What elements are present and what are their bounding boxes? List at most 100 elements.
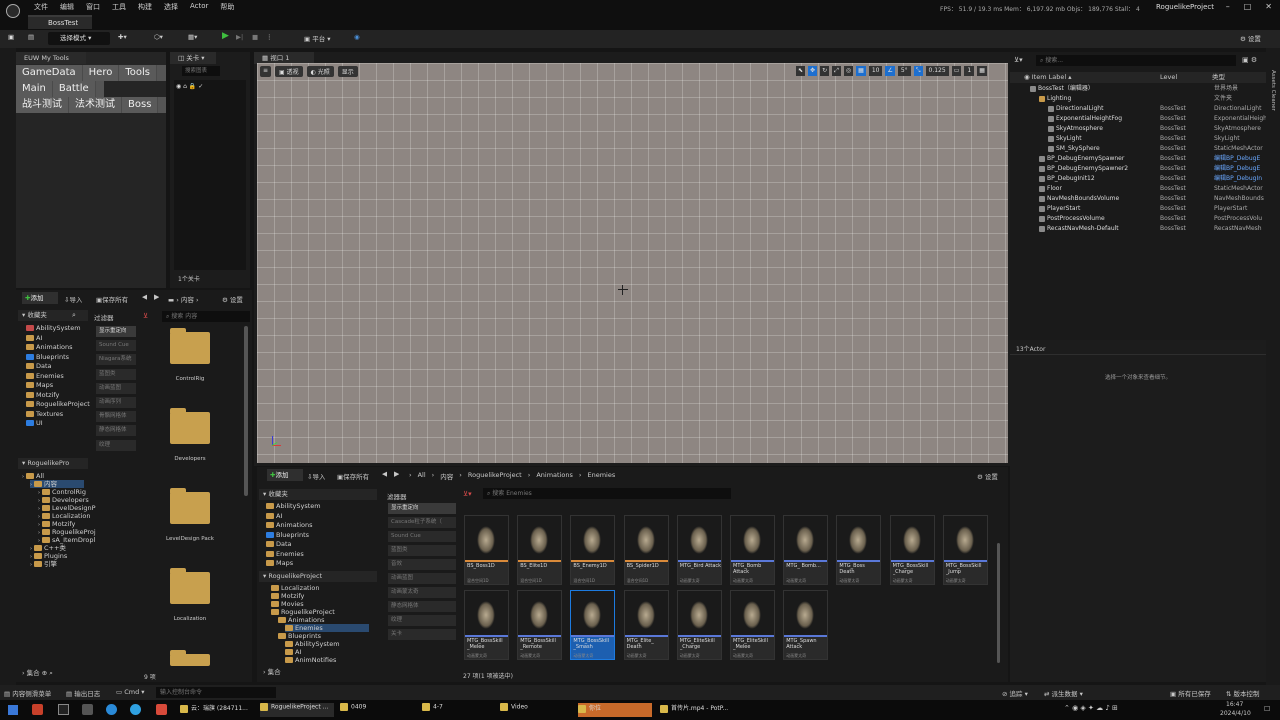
import-button[interactable]: ⇩导入 (64, 294, 82, 304)
tree-node[interactable]: › sA_ItemDropl (38, 536, 95, 544)
outliner-row[interactable]: PostProcessVolume BossTest PostProcessVolu (1010, 214, 1266, 224)
outliner-row[interactable]: SkyAtmosphere BossTest SkyAtmosphere (1010, 124, 1266, 134)
bottom-scrollbar[interactable] (997, 543, 1000, 663)
favorite-item[interactable]: Textures (26, 410, 63, 418)
euw-button[interactable]: Tools (119, 65, 157, 81)
levels-search-input[interactable]: 搜索图表 (182, 66, 220, 76)
start-icon[interactable] (8, 705, 18, 715)
menu-item[interactable]: 选择 (164, 2, 178, 12)
tree-node[interactable]: Animations (278, 616, 325, 624)
asset-tile[interactable]: MTG_BossSkill _Jump 动画蒙太奇 (942, 515, 988, 585)
bottom-project-header[interactable]: ▾ RoguelikeProject (259, 571, 377, 582)
all-saved-indicator[interactable]: ▣ 所有已保存 (1170, 688, 1211, 698)
euw-button[interactable]: Main (16, 81, 53, 97)
app-icon-5[interactable] (130, 704, 141, 715)
filter-chip[interactable]: 静态网格体 (388, 601, 456, 612)
outliner-search-input[interactable]: ⌕ 搜索... (1036, 55, 1236, 66)
asset-tile[interactable]: BS_Elite1D 混合空间1D (517, 515, 563, 585)
favorite-item[interactable]: AbilitySystem (26, 324, 81, 332)
taskbar-window[interactable]: 首传片.mp4 - PotP... (660, 703, 734, 717)
breadcrumb-item[interactable]: Animations (536, 471, 573, 481)
favorite-item[interactable]: AI (26, 334, 42, 342)
filter-chip[interactable]: 蓝图类 (96, 368, 136, 380)
add-button[interactable]: ✚添加 (22, 292, 58, 304)
grid-snap-icon[interactable]: ▦ (856, 66, 866, 76)
taskbar-window[interactable]: RoguelikeProject ... (260, 703, 334, 717)
favorites-search-icon[interactable]: ⌕ (72, 311, 76, 320)
asset-tile[interactable]: BS_Boss1D 混合空间1D (464, 515, 509, 585)
perspective-button[interactable]: ▣ 透视 (275, 66, 303, 77)
lit-button[interactable]: ◐ 光照 (306, 66, 334, 77)
favorite-item[interactable]: Enemies (266, 550, 304, 558)
menu-item[interactable]: Actor (190, 2, 208, 12)
tree-node[interactable]: › ControlRig (38, 488, 86, 496)
asset-tile[interactable]: MTG_BossSkill _Charge 动画蒙太奇 (889, 515, 935, 585)
rotate-icon[interactable]: ↻ (820, 66, 830, 76)
tree-node[interactable]: › All (22, 472, 44, 480)
asset-tile[interactable]: MTG_EliteSkill _Charge 动画蒙太奇 (676, 590, 722, 660)
tree-node[interactable]: › 内容 (30, 480, 84, 488)
asset-tile[interactable]: BS_Enemy1D 混合空间1D (570, 515, 616, 585)
stop-icon[interactable]: ■ (252, 33, 258, 41)
tree-node[interactable]: Motzify (271, 592, 304, 600)
asset-tile[interactable]: MTG_EliteSkill _Melee 动画蒙太奇 (730, 590, 775, 660)
breadcrumb-item[interactable]: 内容 (440, 471, 453, 481)
levels-tab[interactable]: ◫ 关卡 ▾ (170, 52, 216, 64)
favorite-item[interactable]: Animations (266, 521, 313, 529)
filter-chip[interactable]: 动画蒙太奇 (388, 587, 456, 598)
bottom-nav-back-icon[interactable]: ◀ (382, 470, 387, 478)
bottom-favorites-header[interactable]: ▾ 收藏夹 (259, 489, 377, 500)
favorite-item[interactable]: UI (26, 419, 43, 427)
left-filter-icon[interactable]: ⊻ (143, 312, 148, 320)
asset-tile[interactable]: MTG_BossSkill _Melee 动画蒙太奇 (464, 590, 509, 660)
content-drawer-button[interactable]: ▤ 内容侧滑菜单 (4, 688, 51, 698)
favorite-item[interactable]: Motzify (26, 391, 59, 399)
breadcrumb-item[interactable]: All (418, 471, 426, 481)
menu-item[interactable]: 帮助 (220, 2, 234, 12)
maximize-icon[interactable]: □ (1244, 2, 1252, 11)
outliner-row[interactable]: BossTest（编辑器） 世界场景 (1010, 84, 1266, 94)
mode-select[interactable]: 选择模式 ▾ (48, 32, 110, 45)
favorite-item[interactable]: Data (266, 540, 292, 548)
tree-node[interactable]: RoguelikeProject (271, 608, 335, 616)
tree-node[interactable]: › Localization (38, 512, 91, 520)
bottom-nav-forward-icon[interactable]: ▶ (394, 470, 399, 478)
folder-thumbnail-icon[interactable] (170, 650, 210, 666)
filter-chip[interactable]: 动画蓝图 (388, 573, 456, 584)
folder-thumbnail-icon[interactable] (170, 408, 210, 444)
trace-button[interactable]: ⊘ 追踪 ▾ (1002, 688, 1028, 698)
left-scrollbar[interactable] (244, 326, 248, 496)
euw-button[interactable]: 战斗测试 (16, 97, 69, 113)
content-icon[interactable]: ▤ (28, 33, 34, 41)
filter-chip[interactable]: 音效 (388, 559, 456, 570)
bottom-collections-header[interactable]: › 集合 (259, 667, 377, 678)
viewport-menu-icon[interactable]: ≡ (260, 66, 272, 77)
bottom-search-input[interactable]: ⌕ 搜索 Enemies (483, 488, 731, 499)
bottom-filter-icon[interactable]: ⊻▾ (463, 490, 472, 498)
tree-node[interactable]: Movies (271, 600, 304, 608)
favorite-item[interactable]: RoguelikeProject (26, 400, 90, 408)
asset-tile[interactable]: MTG_Spawn Attack 动画蒙太奇 (783, 590, 829, 660)
tree-node[interactable]: › Motzify (38, 520, 75, 528)
taskbar-window[interactable]: 你位 (578, 703, 652, 717)
filter-chip[interactable]: 静态网格体 (96, 425, 136, 437)
asset-tile[interactable]: BS_Spider1D 混合空间1D (623, 515, 669, 585)
filter-chip[interactable]: 显示重定向 (96, 326, 136, 337)
favorites-header[interactable]: ▾ 收藏夹 (18, 310, 88, 321)
outliner-row[interactable]: SM_SkySphere BossTest StaticMeshActor (1010, 144, 1266, 154)
taskbar-window[interactable]: Video (500, 703, 574, 717)
expander-icon[interactable]: › (30, 562, 32, 568)
translate-icon[interactable]: ✥ (808, 66, 818, 76)
angle-snap-icon[interactable]: ∠ (885, 66, 895, 76)
viewport-layout-icon[interactable]: ▦ (977, 66, 987, 76)
favorite-item[interactable]: AI (266, 512, 282, 520)
outliner-row[interactable]: DirectionalLight BossTest DirectionalLight (1010, 104, 1266, 114)
outliner-row[interactable]: RecastNavMesh-Default BossTest RecastNavMe… (1010, 224, 1266, 234)
tree-node[interactable]: Enemies (285, 624, 369, 632)
outliner-row[interactable]: BP_DebugInit12 BossTest 编辑BP_DebugIn (1010, 174, 1266, 184)
tree-node[interactable]: › Plugins (30, 552, 67, 560)
filter-chip[interactable]: 蓝图类 (388, 545, 456, 556)
outliner-row[interactable]: Floor BossTest StaticMeshActor (1010, 184, 1266, 194)
filter-chip[interactable]: Cascade粒子系统（ (388, 517, 456, 528)
tree-node[interactable]: › RoguelikeProj (38, 528, 96, 536)
